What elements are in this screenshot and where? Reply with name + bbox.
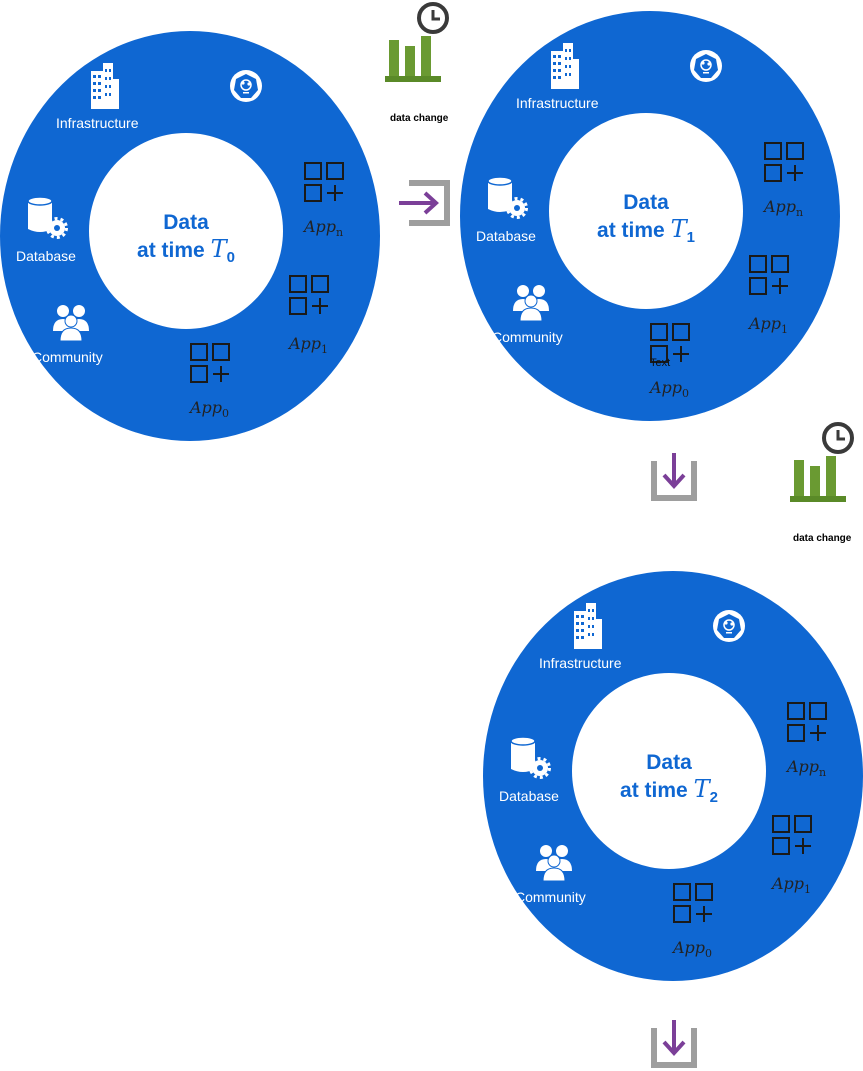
- app-grid-icon: [673, 883, 713, 923]
- community-icon: [536, 845, 572, 881]
- app-0-label: App0: [673, 938, 713, 960]
- database-gear-icon: [510, 736, 551, 779]
- app-n-label: Appn: [787, 757, 827, 779]
- kubernetes-icon: [713, 610, 745, 642]
- app-grid-icon: [289, 275, 329, 315]
- data-change-label: data change: [390, 113, 449, 124]
- database-label: Database: [499, 788, 559, 804]
- app-grid-icon: [749, 255, 789, 295]
- app-1-label: App1: [289, 334, 329, 356]
- community-label: Community: [515, 889, 586, 905]
- app-grid-icon: [764, 142, 804, 182]
- infrastructure-label: Infrastructure: [516, 95, 599, 111]
- community-label: Community: [32, 349, 103, 365]
- building-icon: [91, 63, 119, 109]
- ring-center-title: Data at time T2: [620, 751, 718, 806]
- app-0-label: App0: [190, 398, 230, 420]
- bar-chart-clock-icon: [385, 2, 449, 82]
- import-arrow-icon: [651, 453, 697, 501]
- app-1-label: App1: [749, 314, 789, 336]
- ring-center: Data at time T2: [572, 673, 766, 869]
- data-ring-t1: Data at time T1 Infrastructure Database …: [460, 11, 840, 421]
- building-icon: [574, 603, 602, 649]
- ring-center-title: Data at time T1: [597, 191, 695, 246]
- app-grid-icon: [787, 702, 827, 742]
- bar-chart-clock-icon: [790, 422, 854, 502]
- app-1-label: App1: [772, 874, 812, 896]
- app-grid-icon: [772, 815, 812, 855]
- database-label: Database: [16, 248, 76, 264]
- import-arrow-icon: [399, 180, 450, 226]
- app-n-label: Appn: [304, 217, 344, 239]
- app-grid-icon: [190, 343, 230, 383]
- ring-center: Data at time T1: [549, 113, 743, 309]
- database-gear-icon: [487, 176, 528, 219]
- app-0-label: App0: [650, 378, 690, 400]
- database-gear-icon: [27, 196, 68, 239]
- community-icon: [53, 305, 89, 341]
- community-label: Community: [492, 329, 563, 345]
- app-n-label: Appn: [764, 197, 804, 219]
- data-ring-t2: Data at time T2 Infrastructure Database …: [483, 571, 863, 981]
- text-label: Text: [650, 357, 671, 369]
- import-arrow-icon: [651, 1020, 697, 1068]
- kubernetes-icon: [230, 70, 262, 102]
- kubernetes-icon: [690, 50, 722, 82]
- app-grid-icon: [304, 162, 344, 202]
- infrastructure-label: Infrastructure: [539, 655, 622, 671]
- data-ring-t0: Data at time T0 Infrastructure Database …: [0, 31, 380, 441]
- community-icon: [513, 285, 549, 321]
- infrastructure-label: Infrastructure: [56, 115, 139, 131]
- ring-center-title: Data at time T0: [137, 211, 235, 266]
- ring-center: Data at time T0: [89, 133, 283, 329]
- database-label: Database: [476, 228, 536, 244]
- data-change-label: data change: [793, 533, 852, 544]
- building-icon: [551, 43, 579, 89]
